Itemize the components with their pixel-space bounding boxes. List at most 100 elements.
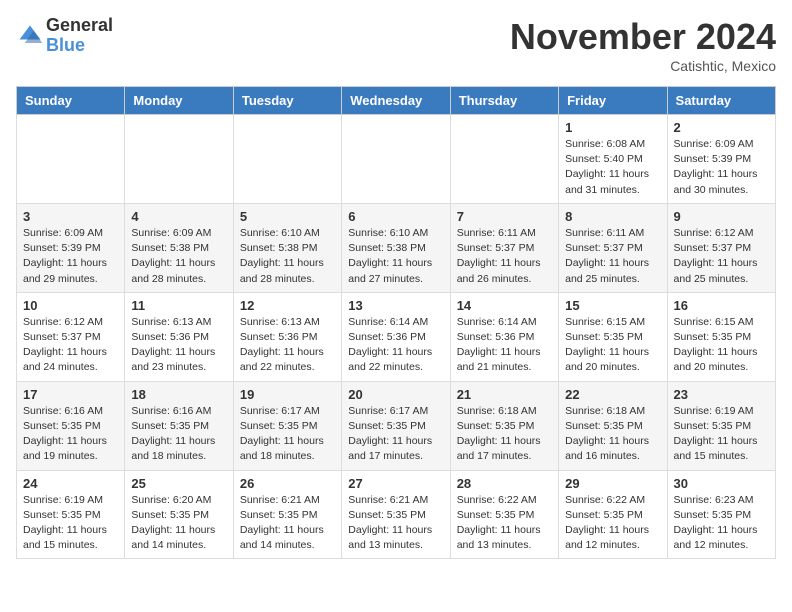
day-number: 30 <box>674 476 769 491</box>
day-info: Sunrise: 6:23 AM Sunset: 5:35 PM Dayligh… <box>674 493 769 554</box>
location-subtitle: Catishtic, Mexico <box>510 58 776 74</box>
day-info: Sunrise: 6:10 AM Sunset: 5:38 PM Dayligh… <box>240 226 335 287</box>
day-info: Sunrise: 6:16 AM Sunset: 5:35 PM Dayligh… <box>23 404 118 465</box>
day-info: Sunrise: 6:19 AM Sunset: 5:35 PM Dayligh… <box>23 493 118 554</box>
logo-icon <box>16 22 44 50</box>
day-info: Sunrise: 6:12 AM Sunset: 5:37 PM Dayligh… <box>674 226 769 287</box>
calendar-cell: 12 Sunrise: 6:13 AM Sunset: 5:36 PM Dayli… <box>233 292 341 381</box>
weekday-header-row: SundayMondayTuesdayWednesdayThursdayFrid… <box>17 87 776 115</box>
day-info: Sunrise: 6:08 AM Sunset: 5:40 PM Dayligh… <box>565 137 660 198</box>
calendar-cell: 16Sunrise: 6:15 AM Sunset: 5:35 PM Dayli… <box>667 292 775 381</box>
calendar-table: SundayMondayTuesdayWednesdayThursdayFrid… <box>16 86 776 559</box>
day-info: Sunrise: 6:14 AM Sunset: 5:36 PM Dayligh… <box>457 315 552 376</box>
day-info: Sunrise: 6:17 AM Sunset: 5:35 PM Dayligh… <box>348 404 443 465</box>
day-info: Sunrise: 6:21 AM Sunset: 5:35 PM Dayligh… <box>348 493 443 554</box>
calendar-cell: 5Sunrise: 6:10 AM Sunset: 5:38 PM Daylig… <box>233 203 341 292</box>
calendar-cell <box>125 115 233 204</box>
calendar-cell: 26Sunrise: 6:21 AM Sunset: 5:35 PM Dayli… <box>233 470 341 559</box>
day-number: 22 <box>565 387 660 402</box>
calendar-week-row: 1 Sunrise: 6:08 AM Sunset: 5:40 PM Daylig… <box>17 115 776 204</box>
day-info: Sunrise: 6:09 AM Sunset: 5:38 PM Dayligh… <box>131 226 226 287</box>
calendar-cell: 11 Sunrise: 6:13 AM Sunset: 5:36 PM Dayli… <box>125 292 233 381</box>
day-info: Sunrise: 6:09 AM Sunset: 5:39 PM Dayligh… <box>674 137 769 198</box>
calendar-cell: 24 Sunrise: 6:19 AM Sunset: 5:35 PM Dayli… <box>17 470 125 559</box>
day-info: Sunrise: 6:20 AM Sunset: 5:35 PM Dayligh… <box>131 493 226 554</box>
day-info: Sunrise: 6:15 AM Sunset: 5:35 PM Dayligh… <box>565 315 660 376</box>
day-number: 23 <box>674 387 769 402</box>
day-number: 27 <box>348 476 443 491</box>
page-header: General Blue November 2024 Catishtic, Me… <box>16 16 776 74</box>
calendar-cell: 6 Sunrise: 6:10 AM Sunset: 5:38 PM Daylig… <box>342 203 450 292</box>
day-number: 12 <box>240 298 335 313</box>
day-number: 9 <box>674 209 769 224</box>
day-number: 20 <box>348 387 443 402</box>
weekday-header-cell: Sunday <box>17 87 125 115</box>
calendar-cell <box>233 115 341 204</box>
calendar-cell: 21 Sunrise: 6:18 AM Sunset: 5:35 PM Dayli… <box>450 381 558 470</box>
calendar-cell: 22Sunrise: 6:18 AM Sunset: 5:35 PM Dayli… <box>559 381 667 470</box>
calendar-cell: 19 Sunrise: 6:17 AM Sunset: 5:35 PM Dayli… <box>233 381 341 470</box>
calendar-week-row: 3Sunrise: 6:09 AM Sunset: 5:39 PM Daylig… <box>17 203 776 292</box>
weekday-header-cell: Wednesday <box>342 87 450 115</box>
day-info: Sunrise: 6:16 AM Sunset: 5:35 PM Dayligh… <box>131 404 226 465</box>
day-info: Sunrise: 6:12 AM Sunset: 5:37 PM Dayligh… <box>23 315 118 376</box>
day-number: 21 <box>457 387 552 402</box>
calendar-cell: 13Sunrise: 6:14 AM Sunset: 5:36 PM Dayli… <box>342 292 450 381</box>
logo: General Blue <box>16 16 113 56</box>
day-number: 25 <box>131 476 226 491</box>
day-number: 18 <box>131 387 226 402</box>
day-info: Sunrise: 6:14 AM Sunset: 5:36 PM Dayligh… <box>348 315 443 376</box>
weekday-header-cell: Thursday <box>450 87 558 115</box>
calendar-cell: 23 Sunrise: 6:19 AM Sunset: 5:35 PM Dayli… <box>667 381 775 470</box>
calendar-week-row: 17Sunrise: 6:16 AM Sunset: 5:35 PM Dayli… <box>17 381 776 470</box>
calendar-cell: 2 Sunrise: 6:09 AM Sunset: 5:39 PM Daylig… <box>667 115 775 204</box>
weekday-header-cell: Monday <box>125 87 233 115</box>
day-info: Sunrise: 6:19 AM Sunset: 5:35 PM Dayligh… <box>674 404 769 465</box>
day-number: 14 <box>457 298 552 313</box>
day-number: 11 <box>131 298 226 313</box>
calendar-week-row: 24 Sunrise: 6:19 AM Sunset: 5:35 PM Dayli… <box>17 470 776 559</box>
calendar-body: 1 Sunrise: 6:08 AM Sunset: 5:40 PM Daylig… <box>17 115 776 559</box>
day-info: Sunrise: 6:11 AM Sunset: 5:37 PM Dayligh… <box>565 226 660 287</box>
day-number: 29 <box>565 476 660 491</box>
day-number: 1 <box>565 120 660 135</box>
weekday-header-cell: Friday <box>559 87 667 115</box>
day-info: Sunrise: 6:13 AM Sunset: 5:36 PM Dayligh… <box>240 315 335 376</box>
day-info: Sunrise: 6:13 AM Sunset: 5:36 PM Dayligh… <box>131 315 226 376</box>
calendar-cell: 29 Sunrise: 6:22 AM Sunset: 5:35 PM Dayli… <box>559 470 667 559</box>
calendar-cell: 17Sunrise: 6:16 AM Sunset: 5:35 PM Dayli… <box>17 381 125 470</box>
day-number: 8 <box>565 209 660 224</box>
day-info: Sunrise: 6:09 AM Sunset: 5:39 PM Dayligh… <box>23 226 118 287</box>
day-info: Sunrise: 6:17 AM Sunset: 5:35 PM Dayligh… <box>240 404 335 465</box>
day-number: 15 <box>565 298 660 313</box>
calendar-cell: 18 Sunrise: 6:16 AM Sunset: 5:35 PM Dayli… <box>125 381 233 470</box>
day-info: Sunrise: 6:22 AM Sunset: 5:35 PM Dayligh… <box>565 493 660 554</box>
calendar-cell: 7 Sunrise: 6:11 AM Sunset: 5:37 PM Daylig… <box>450 203 558 292</box>
logo-general-text: General <box>46 16 113 36</box>
calendar-cell: 25 Sunrise: 6:20 AM Sunset: 5:35 PM Dayli… <box>125 470 233 559</box>
logo-blue-text: Blue <box>46 36 113 56</box>
title-area: November 2024 Catishtic, Mexico <box>510 16 776 74</box>
day-info: Sunrise: 6:11 AM Sunset: 5:37 PM Dayligh… <box>457 226 552 287</box>
calendar-cell: 14 Sunrise: 6:14 AM Sunset: 5:36 PM Dayli… <box>450 292 558 381</box>
day-info: Sunrise: 6:22 AM Sunset: 5:35 PM Dayligh… <box>457 493 552 554</box>
day-number: 7 <box>457 209 552 224</box>
calendar-week-row: 10 Sunrise: 6:12 AM Sunset: 5:37 PM Dayli… <box>17 292 776 381</box>
calendar-cell: 1 Sunrise: 6:08 AM Sunset: 5:40 PM Daylig… <box>559 115 667 204</box>
day-info: Sunrise: 6:10 AM Sunset: 5:38 PM Dayligh… <box>348 226 443 287</box>
day-info: Sunrise: 6:21 AM Sunset: 5:35 PM Dayligh… <box>240 493 335 554</box>
month-title: November 2024 <box>510 16 776 58</box>
weekday-header-cell: Tuesday <box>233 87 341 115</box>
day-info: Sunrise: 6:18 AM Sunset: 5:35 PM Dayligh… <box>457 404 552 465</box>
day-number: 10 <box>23 298 118 313</box>
day-number: 19 <box>240 387 335 402</box>
day-number: 28 <box>457 476 552 491</box>
calendar-cell: 3Sunrise: 6:09 AM Sunset: 5:39 PM Daylig… <box>17 203 125 292</box>
calendar-cell: 10 Sunrise: 6:12 AM Sunset: 5:37 PM Dayli… <box>17 292 125 381</box>
calendar-cell: 9 Sunrise: 6:12 AM Sunset: 5:37 PM Daylig… <box>667 203 775 292</box>
calendar-cell <box>450 115 558 204</box>
calendar-cell <box>17 115 125 204</box>
day-number: 6 <box>348 209 443 224</box>
day-number: 2 <box>674 120 769 135</box>
day-number: 24 <box>23 476 118 491</box>
